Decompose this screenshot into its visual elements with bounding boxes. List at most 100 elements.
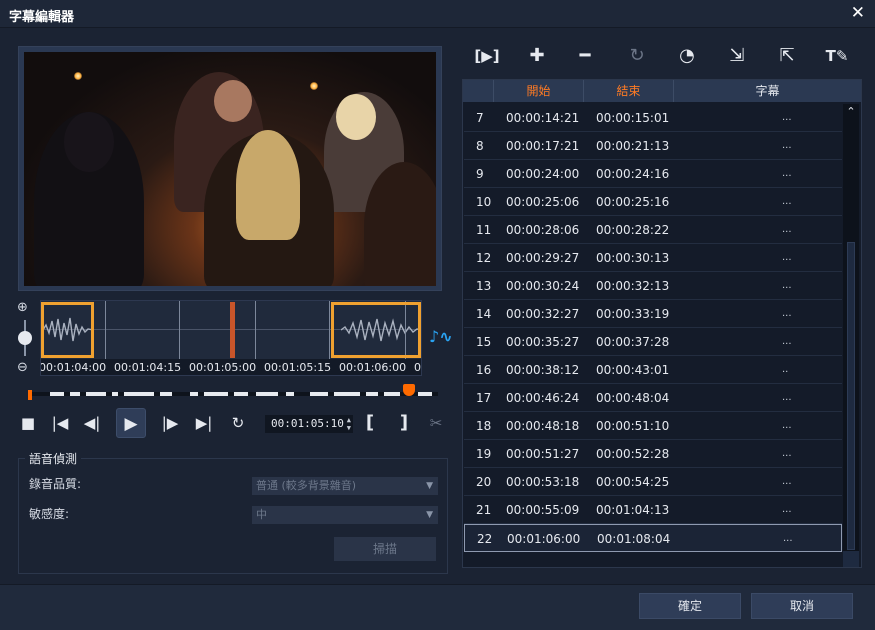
- playhead-handle[interactable]: [403, 384, 415, 396]
- row-index: 21: [476, 503, 492, 517]
- column-header-end[interactable]: 結束: [583, 80, 673, 102]
- subtitle-row[interactable]: 13 00:00:30:24 00:00:32:13...: [464, 272, 842, 300]
- scroll-down-button[interactable]: [843, 551, 859, 567]
- row-subtitle-text: ...: [782, 140, 792, 151]
- window-title: 字幕編輯器: [9, 10, 75, 25]
- row-start-time: 00:00:29:27: [506, 251, 580, 265]
- row-subtitle-text: ...: [782, 308, 792, 319]
- row-start-time: 00:00:53:18: [506, 475, 580, 489]
- tick-label: 00:01:04:00: [40, 361, 107, 374]
- recording-quality-label: 錄音品質:: [29, 477, 82, 491]
- waveform-timeline[interactable]: 00:01:04:00 00:01:04:15 00:01:05:00 00:0…: [40, 300, 422, 376]
- zoom-in-icon[interactable]: ⊕: [17, 300, 28, 315]
- play-icon[interactable]: ▶: [116, 408, 146, 438]
- subtitle-row[interactable]: 20 00:00:53:18 00:00:54:25...: [464, 468, 842, 496]
- mark-out-icon[interactable]: ]: [390, 408, 418, 438]
- row-subtitle-text: ...: [782, 196, 792, 207]
- subtitle-row[interactable]: 16 00:00:38:12 00:00:43:01..: [464, 356, 842, 384]
- row-end-time: 00:00:54:25: [596, 475, 670, 489]
- video-preview[interactable]: [24, 52, 436, 286]
- timeline-zoom: ⊕ ⊖: [16, 300, 34, 380]
- scan-button[interactable]: 掃描: [334, 537, 436, 561]
- remove-subtitle-icon[interactable]: ━: [570, 42, 600, 70]
- subtitle-row[interactable]: 11 00:00:28:06 00:00:28:22...: [464, 216, 842, 244]
- loop-icon[interactable]: ↻: [224, 408, 252, 438]
- text-options-icon[interactable]: T✎: [822, 42, 852, 70]
- column-header-subtitle[interactable]: 字幕: [673, 80, 861, 102]
- subtitle-row[interactable]: 9 00:00:24:00 00:00:24:16...: [464, 160, 842, 188]
- row-subtitle-text: ...: [782, 504, 792, 515]
- row-end-time: 00:00:52:28: [596, 447, 670, 461]
- sensitivity-value: 中: [256, 508, 267, 521]
- subtitle-row[interactable]: 14 00:00:32:27 00:00:33:19...: [464, 300, 842, 328]
- row-index: 22: [477, 532, 493, 546]
- zoom-slider-handle[interactable]: [18, 331, 32, 345]
- recording-quality-select[interactable]: 普通 (較多背景雜音) ▼: [252, 477, 438, 495]
- row-end-time: 00:00:48:04: [596, 391, 670, 405]
- go-to-end-icon[interactable]: ▶|: [190, 408, 218, 438]
- subtitle-clip-22[interactable]: [331, 302, 421, 358]
- step-back-icon[interactable]: ◀|: [78, 408, 106, 438]
- timecode-spinner-icon[interactable]: ▲ ▼: [347, 416, 351, 432]
- mark-in-icon[interactable]: [: [356, 408, 384, 438]
- step-forward-icon[interactable]: |▶: [156, 408, 184, 438]
- column-header-index: [463, 80, 493, 102]
- zoom-out-icon[interactable]: ⊖: [17, 360, 28, 375]
- close-icon[interactable]: ✕: [851, 3, 865, 23]
- dialog-footer: 確定 取消: [0, 584, 875, 630]
- go-to-start-icon[interactable]: |◀: [46, 408, 74, 438]
- merge-subtitle-icon[interactable]: ↻: [622, 42, 652, 70]
- column-header-start[interactable]: 開始: [493, 80, 583, 102]
- subtitle-row[interactable]: 18 00:00:48:18 00:00:51:10...: [464, 412, 842, 440]
- import-subtitle-icon[interactable]: ⇲: [722, 42, 752, 70]
- row-start-time: 00:00:32:27: [506, 307, 580, 321]
- cancel-button[interactable]: 取消: [751, 593, 853, 619]
- stop-icon[interactable]: ■: [14, 408, 42, 438]
- row-index: 11: [476, 223, 492, 237]
- row-subtitle-text: ...: [783, 533, 793, 544]
- subtitle-row[interactable]: 22 00:01:06:00 00:01:08:04...: [464, 524, 842, 552]
- row-subtitle-text: ..: [782, 364, 789, 375]
- row-start-time: 00:00:25:06: [506, 195, 580, 209]
- voice-detection-legend: 語音偵測: [25, 450, 82, 467]
- ok-button[interactable]: 確定: [639, 593, 741, 619]
- row-start-time: 00:00:55:09: [506, 503, 580, 517]
- subtitle-row[interactable]: 15 00:00:35:27 00:00:37:28...: [464, 328, 842, 356]
- row-end-time: 00:00:33:19: [596, 307, 670, 321]
- row-index: 14: [476, 307, 492, 321]
- subtitle-row[interactable]: 12 00:00:29:27 00:00:30:13...: [464, 244, 842, 272]
- row-start-time: 00:00:17:21: [506, 139, 580, 153]
- subtitle-clip-21[interactable]: [41, 302, 94, 358]
- playhead-marker[interactable]: [230, 302, 235, 358]
- recording-quality-value: 普通 (較多背景雜音): [256, 479, 357, 492]
- row-end-time: 00:00:25:16: [596, 195, 670, 209]
- row-index: 8: [476, 139, 484, 153]
- sensitivity-select[interactable]: 中 ▼: [252, 506, 438, 524]
- row-start-time: 00:00:46:24: [506, 391, 580, 405]
- split-subtitle-icon[interactable]: ✂: [422, 408, 450, 438]
- subtitle-row[interactable]: 7 00:00:14:21 00:00:15:01...: [464, 104, 842, 132]
- tick-label: 0: [414, 361, 421, 374]
- subtitle-list-header: 開始 結束 字幕: [463, 80, 861, 102]
- row-start-time: 00:00:28:06: [506, 223, 580, 237]
- subtitle-row[interactable]: 17 00:00:46:24 00:00:48:04...: [464, 384, 842, 412]
- subtitle-list-scrollbar[interactable]: ⌃: [843, 104, 859, 567]
- add-subtitle-icon[interactable]: ✚: [522, 42, 552, 70]
- timecode-offset-icon[interactable]: ◔: [672, 42, 702, 70]
- subtitle-row[interactable]: 8 00:00:17:21 00:00:21:13...: [464, 132, 842, 160]
- audio-waveform-icon[interactable]: ♪∿: [429, 327, 453, 346]
- timecode-input[interactable]: 00:01:05:10 ▲ ▼: [265, 415, 353, 433]
- subtitle-progress-bar[interactable]: [28, 384, 438, 400]
- scroll-up-icon[interactable]: ⌃: [843, 104, 859, 120]
- play-subtitle-icon[interactable]: [▶]: [472, 42, 502, 70]
- row-index: 9: [476, 167, 484, 181]
- export-subtitle-icon[interactable]: ⇱: [772, 42, 802, 70]
- subtitle-row[interactable]: 21 00:00:55:09 00:01:04:13...: [464, 496, 842, 524]
- scroll-thumb[interactable]: [847, 242, 855, 550]
- subtitle-row[interactable]: 19 00:00:51:27 00:00:52:28...: [464, 440, 842, 468]
- row-subtitle-text: ...: [782, 336, 792, 347]
- row-end-time: 00:00:32:13: [596, 279, 670, 293]
- waveform-area[interactable]: [41, 301, 421, 359]
- subtitle-row[interactable]: 10 00:00:25:06 00:00:25:16...: [464, 188, 842, 216]
- chevron-down-icon: ▼: [426, 510, 433, 520]
